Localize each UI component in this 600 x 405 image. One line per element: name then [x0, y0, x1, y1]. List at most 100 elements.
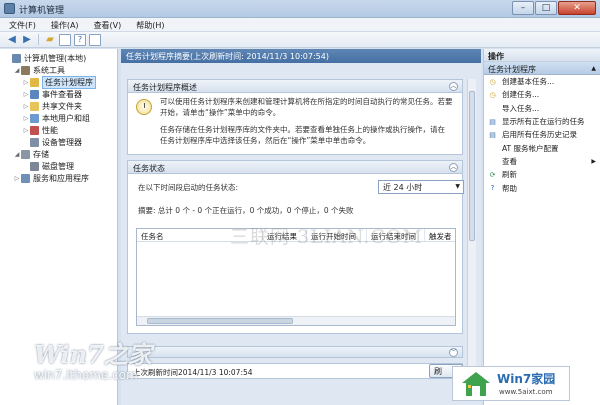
expander-icon[interactable]: ▷	[22, 103, 30, 110]
action-item[interactable]: ⟳ 刷新	[484, 168, 600, 181]
at-config-icon	[488, 144, 497, 153]
menu-view[interactable]: 查看(V)	[85, 18, 128, 31]
overview-section-header[interactable]: 任务计划程序概述 ︿	[127, 79, 463, 93]
shared-folder-icon	[30, 101, 39, 111]
time-range-dropdown[interactable]: 近 24 小时 ▼	[378, 180, 464, 194]
tools-icon	[21, 65, 30, 75]
expander-icon[interactable]: ◢	[13, 151, 21, 158]
tree-node-label: 服务和应用程序	[33, 173, 89, 183]
tree-node-label: 系统工具	[33, 65, 65, 75]
actions-pane: 操作 任务计划程序 ▲ ◷ 创建基本任务... ◷ 创建任务... 导入任务... ▤ 显示…	[483, 49, 600, 405]
action-label: 导入任务...	[502, 103, 540, 113]
action-item[interactable]: ? 帮助	[484, 181, 600, 194]
action-label: 查看	[502, 156, 517, 166]
title-bar: 计算机管理 – □ ✕	[0, 0, 600, 18]
minimize-button[interactable]: –	[512, 1, 534, 15]
help-icon[interactable]: ?	[74, 33, 86, 46]
tree-node[interactable]: ◢ 系统工具	[0, 64, 117, 76]
expander-icon[interactable]: ▷	[22, 127, 30, 134]
tree-node[interactable]: ▷ 任务计划程序	[0, 75, 117, 89]
scrollbar-thumb[interactable]	[469, 91, 475, 241]
tree-node[interactable]: ▷ 本地用户和组	[0, 112, 117, 124]
expander-icon[interactable]: ▷	[22, 115, 30, 122]
action-item[interactable]: ▤ 启用所有任务历史记录	[484, 128, 600, 141]
watermark-3lian: 三联网 3LIAN.COM	[230, 226, 423, 248]
show-hide-action-pane-icon[interactable]	[89, 33, 101, 46]
overview-title: 任务计划程序概述	[133, 83, 197, 92]
show-hide-tree-icon[interactable]	[59, 33, 71, 46]
tree-node-label: 事件查看器	[42, 89, 82, 99]
summary-vertical-scrollbar[interactable]	[467, 79, 476, 373]
overview-panel: 可以使用任务计划程序来创建和管理计算机将在所指定的时间自动执行的常见任务。若要 …	[127, 93, 463, 155]
tree-node-label: 计算机管理(本地)	[24, 53, 87, 63]
close-button[interactable]: ✕	[558, 1, 596, 15]
watermark-win7-url: win7.ithome.com	[34, 368, 138, 382]
overview-text-line: 开始，请单击“操作”菜单中的命令。	[160, 108, 281, 117]
action-label: AT 服务帐户配置	[502, 143, 559, 153]
clock-icon	[30, 77, 39, 87]
table-horizontal-scrollbar[interactable]	[137, 316, 455, 325]
action-label: 刷新	[502, 170, 517, 180]
view-icon	[488, 157, 497, 166]
menu-help[interactable]: 帮助(H)	[127, 18, 170, 31]
column-triggered-by[interactable]: 触发者	[425, 229, 455, 241]
collapse-active-tasks-icon[interactable]: ﹀	[449, 348, 458, 357]
action-label: 启用所有任务历史记录	[502, 130, 577, 140]
tree-node[interactable]: ▷ 共享文件夹	[0, 100, 117, 112]
storage-icon	[21, 149, 30, 159]
tree-node[interactable]: ▷ 性能	[0, 124, 117, 136]
tree-node-label: 性能	[42, 125, 58, 135]
overview-paragraph-1: 可以使用任务计划程序来创建和管理计算机将在所指定的时间自动执行的常见任务。若要 …	[160, 96, 453, 118]
status-range-label: 在以下时间段启动的任务状态:	[138, 183, 239, 192]
collapse-overview-icon[interactable]: ︿	[449, 82, 458, 91]
create-task-icon: ◷	[489, 90, 496, 99]
back-arrow-icon[interactable]: ◀	[6, 34, 18, 46]
action-item[interactable]: ◷ 创建任务...	[484, 88, 600, 101]
menu-file[interactable]: 文件(F)	[0, 18, 42, 31]
tree-node-label: 磁盘管理	[42, 161, 74, 171]
watermark-win7-title: Win7之家	[34, 340, 152, 369]
expander-icon[interactable]: ▷	[13, 175, 21, 182]
maximize-button[interactable]: □	[535, 1, 557, 15]
tree-node[interactable]: 设备管理器	[0, 136, 117, 148]
house-logo-icon	[462, 372, 490, 396]
scrollbar-thumb[interactable]	[147, 318, 293, 324]
action-item[interactable]: ▤ 显示所有正在运行的任务	[484, 115, 600, 128]
actions-group-title: 任务计划程序	[488, 65, 536, 74]
collapse-arrow-icon[interactable]: ▲	[591, 65, 596, 72]
tree-node[interactable]: 计算机管理(本地)	[0, 52, 117, 64]
action-item[interactable]: ◷ 创建基本任务...	[484, 75, 600, 88]
menu-bar: 文件(F) 操作(A) 查看(V) 帮助(H)	[0, 18, 600, 32]
tree-node[interactable]: ◢ 存储	[0, 148, 117, 160]
actions-group-header[interactable]: 任务计划程序 ▲	[484, 62, 600, 75]
task-status-section-header[interactable]: 任务状态 ︿	[127, 160, 463, 174]
expander-icon[interactable]: ▷	[22, 91, 30, 98]
action-item[interactable]: 导入任务...	[484, 102, 600, 115]
window-title: 计算机管理	[19, 6, 65, 16]
tree-node-label: 任务计划程序	[42, 75, 96, 89]
up-folder-icon[interactable]: ▰	[44, 34, 56, 46]
action-item[interactable]: 查看 ▶	[484, 155, 600, 168]
tree-node[interactable]: ▷ 事件查看器	[0, 88, 117, 100]
tree-node-label: 本地用户和组	[42, 113, 90, 123]
computer-management-icon	[4, 3, 15, 14]
task-history-icon: ▤	[489, 130, 496, 139]
import-task-icon	[488, 104, 497, 113]
toolbar-divider	[38, 34, 39, 45]
dropdown-arrow-icon: ▼	[455, 183, 460, 190]
tree-node[interactable]: 磁盘管理	[0, 160, 117, 172]
active-tasks-section-header[interactable]: ﹀	[127, 346, 463, 358]
expander-icon[interactable]: ▷	[22, 79, 30, 86]
overview-text-line: 任务存储在任务计划程序库的文件夹中。若要查看单独任务上的操作或执行操作，请在	[160, 125, 445, 134]
overview-paragraph-2: 任务存储在任务计划程序库的文件夹中。若要查看单独任务上的操作或执行操作，请在 任…	[160, 124, 445, 146]
window-controls: – □ ✕	[512, 1, 596, 15]
expander-icon[interactable]: ◢	[13, 67, 21, 74]
tree-node[interactable]: ▷ 服务和应用程序	[0, 172, 117, 184]
action-item[interactable]: AT 服务帐户配置	[484, 141, 600, 154]
last-refresh-status: 上次刷新时间2014/11/3 10:07:54	[127, 363, 463, 379]
toolbar: ◀ ▶ ▰ ?	[0, 32, 600, 48]
menu-action[interactable]: 操作(A)	[42, 18, 85, 31]
forward-arrow-icon[interactable]: ▶	[21, 34, 33, 46]
collapse-status-icon[interactable]: ︿	[449, 163, 458, 172]
action-list: ◷ 创建基本任务... ◷ 创建任务... 导入任务... ▤ 显示所有正在运行的任务 ▤ 启用…	[484, 75, 600, 195]
